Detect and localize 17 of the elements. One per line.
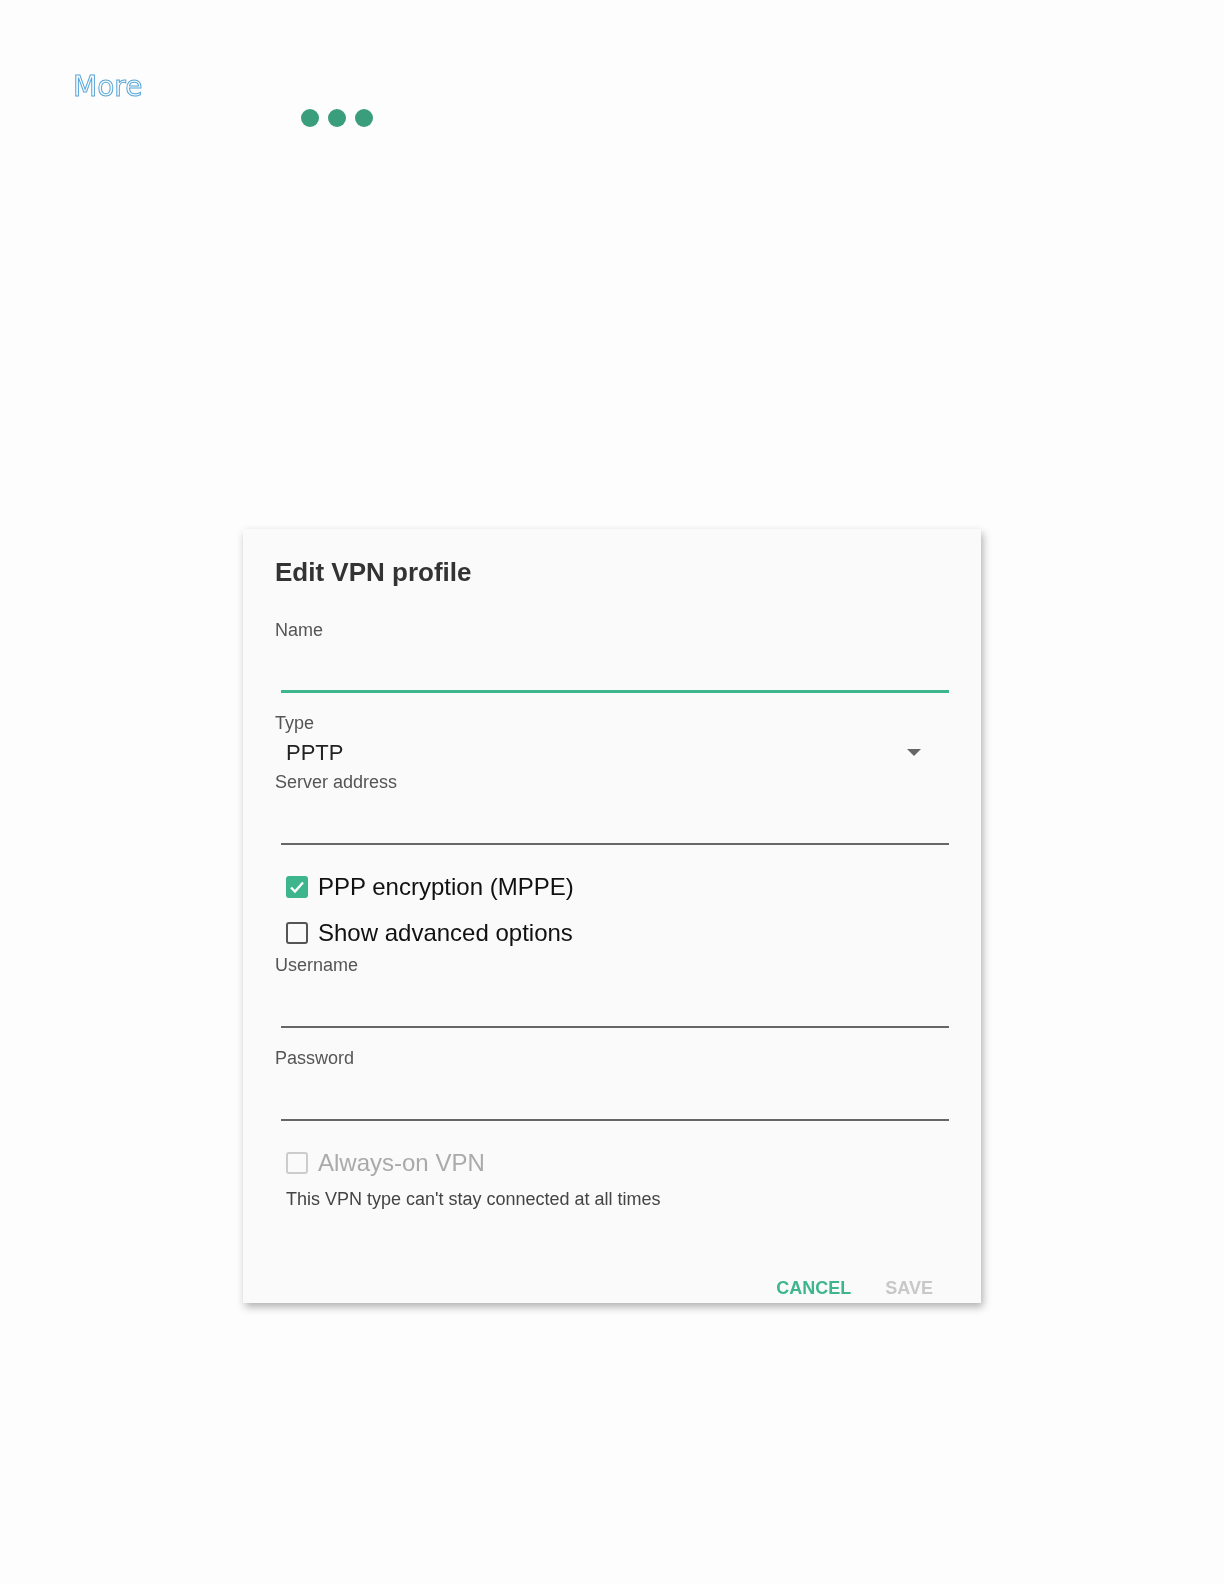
checkbox-label: Show advanced options (318, 919, 573, 947)
checkbox[interactable] (286, 876, 308, 898)
field-label: Username (275, 955, 359, 976)
checkbox-label: PPP encryption (MPPE) (318, 873, 574, 901)
checkbox-label: Always-on VPN (318, 1149, 485, 1177)
caret-icon (907, 749, 921, 757)
field-label: Password (275, 1048, 355, 1069)
dialog-button[interactable]: CANCEL (766, 1270, 862, 1307)
helper-text: This VPN type can't stay connected at all times (285, 1189, 662, 1210)
dropdown[interactable]: PPTP (275, 734, 943, 770)
checkbox[interactable] (286, 922, 308, 944)
field-label: Name (275, 620, 323, 641)
loading-dots-icon (301, 109, 373, 127)
page-title: More (73, 70, 143, 103)
field-label: Server address (275, 772, 398, 793)
field-label: Type (275, 713, 315, 734)
dialog-title: Edit VPN profile (275, 557, 473, 588)
